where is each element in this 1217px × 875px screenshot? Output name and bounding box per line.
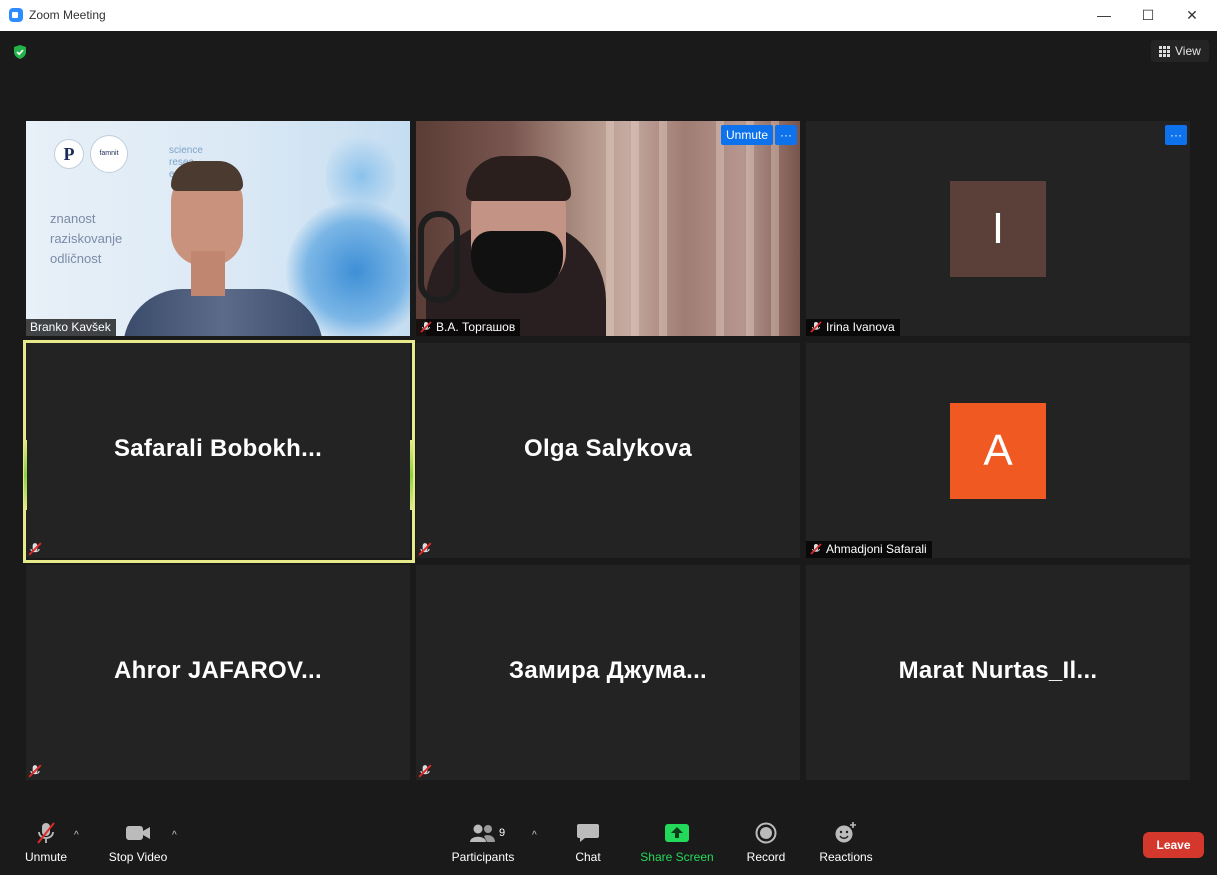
participant-name: Ahror JAFAROV... — [114, 657, 322, 684]
reactions-emoji-icon — [835, 822, 856, 843]
record-icon — [755, 822, 777, 844]
muted-mic-icon — [810, 543, 822, 555]
share-screen-label: Share Screen — [640, 850, 714, 864]
participant-name: Irina Ivanova — [826, 320, 895, 334]
share-screen-icon — [665, 824, 689, 842]
muted-mic-icon — [418, 764, 432, 778]
security-shield-icon[interactable] — [12, 44, 28, 60]
video-tile-ahror[interactable]: Ahror JAFAROV... — [26, 565, 410, 780]
video-tile-olga[interactable]: Olga Salykova — [416, 343, 800, 558]
muted-mic-icon — [420, 321, 432, 333]
participant-name: Branko Kavšek — [30, 320, 111, 334]
reactions-button[interactable]: Reactions — [816, 820, 876, 864]
close-button[interactable]: ✕ — [1172, 0, 1212, 31]
window-title: Zoom Meeting — [29, 8, 106, 22]
share-screen-button[interactable]: Share Screen — [638, 820, 716, 864]
participants-count: 9 — [499, 827, 506, 839]
stop-video-label: Stop Video — [108, 850, 168, 864]
more-options-button[interactable]: ··· — [1165, 125, 1187, 145]
participant-name: Замира Джума... — [509, 657, 707, 684]
video-tile-safarali[interactable]: Safarali Bobokh... — [26, 343, 410, 558]
video-tile-marat[interactable]: Marat Nurtas_Il... — [806, 565, 1190, 780]
stop-video-button[interactable]: Stop Video — [104, 820, 172, 864]
reactions-label: Reactions — [819, 850, 873, 864]
more-options-button[interactable]: ··· — [775, 125, 797, 145]
chat-label: Chat — [575, 850, 601, 864]
unmute-request-button[interactable]: Unmute — [721, 125, 773, 145]
university-logo: P — [54, 139, 84, 169]
view-label: View — [1175, 44, 1201, 58]
maximize-button[interactable]: ☐ — [1128, 0, 1168, 31]
view-button[interactable]: View — [1151, 40, 1209, 62]
active-speaker-indicator — [410, 440, 413, 510]
video-camera-icon — [126, 826, 150, 840]
leave-meeting-button[interactable]: Leave — [1143, 832, 1204, 858]
video-tile-zamira[interactable]: Замира Джума... — [416, 565, 800, 780]
chat-icon — [577, 824, 599, 842]
unmute-label: Unmute — [24, 850, 68, 864]
avatar: I — [950, 181, 1046, 277]
grid-icon — [1159, 46, 1170, 57]
headphones — [418, 211, 460, 303]
person-neck — [191, 251, 225, 296]
avatar: A — [950, 403, 1046, 499]
participant-label: Branko Kavšek — [26, 319, 116, 336]
participant-name: Ahmadjoni Safarali — [826, 542, 927, 556]
video-tile-ahmadjoni[interactable]: A Ahmadjoni Safarali — [806, 343, 1190, 558]
participants-button[interactable]: Participants — [448, 820, 518, 864]
video-tile-irina[interactable]: I ··· Irina Ivanova — [806, 121, 1190, 336]
participants-label: Participants — [451, 850, 515, 864]
person-shoulders — [123, 289, 323, 336]
zoom-app-icon — [9, 8, 23, 22]
participant-name: В.А. Торгашов — [436, 320, 516, 334]
video-tile-torgashov[interactable]: Unmute ··· В.А. Торгашов — [416, 121, 800, 336]
active-speaker-indicator — [24, 440, 27, 510]
audio-options-caret[interactable]: ^ — [74, 830, 79, 841]
video-feed: P famnit znanost raziskovanje odličnost sc… — [26, 121, 410, 336]
video-options-caret[interactable]: ^ — [172, 830, 177, 841]
muted-mic-icon — [418, 542, 432, 556]
chat-button[interactable]: Chat — [566, 820, 610, 864]
minimize-button[interactable]: — — [1084, 0, 1124, 31]
participant-label: Ahmadjoni Safarali — [806, 541, 932, 558]
face-mask — [471, 231, 563, 293]
video-tile-branko[interactable]: P famnit znanost raziskovanje odličnost sc… — [26, 121, 410, 336]
video-feed — [416, 121, 800, 336]
participant-label: В.А. Торгашов — [416, 319, 521, 336]
unmute-button[interactable]: Unmute — [20, 820, 72, 864]
person-hair — [171, 161, 243, 191]
slide-text-sl: znanost raziskovanje odličnost — [50, 211, 123, 266]
muted-mic-icon — [28, 764, 42, 778]
record-button[interactable]: Record — [742, 820, 790, 864]
muted-mic-icon — [28, 542, 42, 556]
participant-label: Irina Ivanova — [806, 319, 900, 336]
title-bar: Zoom Meeting — ☐ ✕ — [0, 0, 1217, 32]
participants-options-caret[interactable]: ^ — [532, 830, 537, 841]
muted-microphone-icon — [37, 822, 55, 844]
participant-name: Marat Nurtas_Il... — [898, 657, 1098, 684]
participant-name: Safarali Bobokh... — [113, 435, 323, 462]
participants-icon — [470, 824, 495, 842]
person-hair — [466, 156, 571, 201]
participant-name: Olga Salykova — [524, 435, 692, 462]
muted-mic-icon — [810, 321, 822, 333]
record-label: Record — [746, 850, 786, 864]
famnit-logo: famnit — [90, 135, 128, 173]
